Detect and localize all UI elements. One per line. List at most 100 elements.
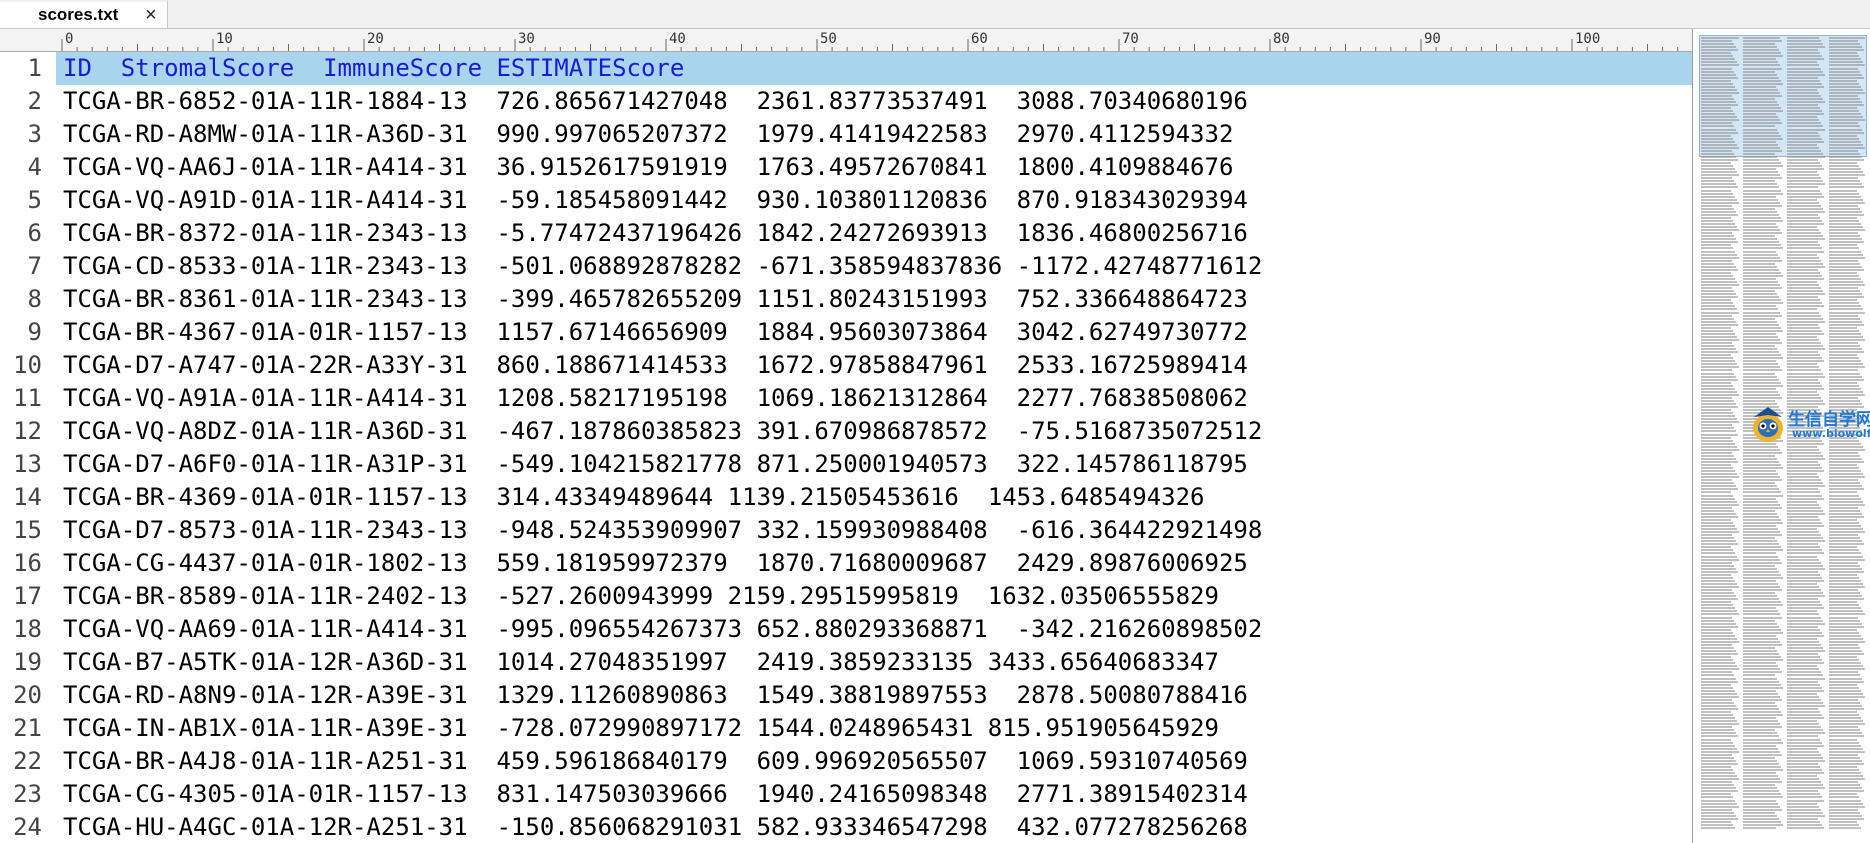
minimap-line	[1787, 531, 1819, 534]
minimap-line	[1743, 40, 1782, 43]
text-line[interactable]: TCGA-BR-A4J8-01A-11R-A251-31 459.5961868…	[56, 745, 1692, 778]
minimap-line	[1743, 305, 1776, 308]
line-number: 3	[27, 120, 42, 148]
text-line[interactable]: TCGA-VQ-AA6J-01A-11R-A414-31 36.91526175…	[56, 151, 1692, 184]
minimap-line	[1787, 689, 1824, 692]
minimap-line	[1829, 326, 1857, 329]
minimap-line	[1701, 342, 1732, 344]
minimap-line	[1787, 753, 1821, 756]
minimap-line	[1743, 159, 1779, 161]
text-line[interactable]: TCGA-BR-4369-01A-01R-1157-13 314.4334948…	[56, 481, 1692, 514]
minimap-line	[1787, 290, 1823, 293]
minimap-line	[1787, 113, 1824, 116]
minimap-line	[1701, 711, 1731, 714]
minimap-line	[1787, 677, 1825, 680]
minimap-line	[1787, 360, 1824, 363]
tab-title[interactable]: scores.txt	[38, 5, 118, 25]
minimap-line	[1701, 708, 1738, 710]
minimap-line	[1701, 381, 1731, 384]
minimap-line	[1743, 482, 1775, 485]
tab-scores-txt[interactable]: scores.txt ×	[0, 0, 168, 28]
minimap-line	[1743, 488, 1779, 491]
minimap-line	[1829, 631, 1859, 634]
minimap-line	[1701, 64, 1739, 67]
minimap-line	[1701, 765, 1731, 768]
text-line[interactable]: TCGA-CG-4305-01A-01R-1157-13 831.1475030…	[56, 778, 1692, 811]
minimap-line	[1701, 491, 1731, 494]
text-line[interactable]: TCGA-IN-AB1X-01A-11R-A39E-31 -728.072990…	[56, 712, 1692, 745]
minimap-line	[1701, 259, 1732, 262]
minimap-line	[1829, 613, 1865, 616]
minimap-line	[1829, 628, 1857, 631]
minimap-line	[1787, 662, 1824, 665]
minimap-line	[1787, 628, 1820, 631]
minimap-line	[1743, 787, 1777, 790]
minimap-line	[1787, 558, 1819, 561]
minimap-line	[1829, 500, 1863, 503]
text-editor-area[interactable]: ID StromalScore ImmuneScore ESTIMATEScor…	[56, 52, 1692, 843]
minimap-line	[1787, 470, 1824, 473]
minimap-line	[1829, 534, 1858, 537]
minimap-line	[1701, 531, 1739, 534]
text-line[interactable]: TCGA-VQ-A91D-01A-11R-A414-31 -59.1854580…	[56, 184, 1692, 217]
line-number: 2	[27, 87, 42, 115]
text-line[interactable]: TCGA-BR-8589-01A-11R-2402-13 -527.260094…	[56, 580, 1692, 613]
text-line[interactable]: TCGA-VQ-A8DZ-01A-11R-A36D-31 -467.187860…	[56, 415, 1692, 448]
minimap-line	[1701, 634, 1735, 637]
minimap-line	[1829, 717, 1861, 720]
text-line[interactable]: TCGA-VQ-A91A-01A-11R-A414-31 1208.582171…	[56, 382, 1692, 415]
text-line[interactable]: TCGA-CG-4437-01A-01R-1802-13 559.1819599…	[56, 547, 1692, 580]
minimap-line	[1743, 152, 1775, 155]
minimap-line	[1701, 403, 1736, 405]
minimap-line	[1829, 579, 1861, 582]
text-line[interactable]: TCGA-BR-4367-01A-01R-1157-13 1157.671466…	[56, 316, 1692, 349]
text-line[interactable]: TCGA-RD-A8N9-01A-12R-A39E-31 1329.112608…	[56, 679, 1692, 712]
minimap-line	[1701, 189, 1731, 192]
minimap-line	[1829, 515, 1864, 518]
minimap-line	[1743, 610, 1778, 613]
text-line[interactable]: TCGA-B7-A5TK-01A-12R-A36D-31 1014.270483…	[56, 646, 1692, 679]
minimap-line	[1787, 357, 1822, 360]
text-line[interactable]: TCGA-BR-6852-01A-11R-1884-13 726.8656714…	[56, 85, 1692, 118]
minimap-line	[1787, 701, 1823, 704]
minimap-line	[1829, 162, 1857, 165]
text-line[interactable]: TCGA-VQ-AA69-01A-11R-A414-31 -995.096554…	[56, 613, 1692, 646]
minimap-line	[1701, 363, 1737, 366]
minimap-line	[1829, 464, 1857, 466]
text-line[interactable]: TCGA-D7-A747-01A-22R-A33Y-31 860.1886714…	[56, 349, 1692, 382]
minimap-line	[1829, 345, 1860, 348]
minimap-line	[1701, 183, 1736, 186]
minimap-line	[1701, 296, 1738, 299]
minimap-line	[1787, 772, 1824, 775]
minimap-line	[1743, 518, 1781, 521]
minimap-line	[1743, 320, 1777, 323]
text-line[interactable]: TCGA-BR-8372-01A-11R-2343-13 -5.77472437…	[56, 217, 1692, 250]
minimap-line	[1701, 610, 1737, 613]
minimap-line	[1701, 137, 1733, 140]
text-line[interactable]: TCGA-D7-8573-01A-11R-2343-13 -948.524353…	[56, 514, 1692, 547]
minimap-line	[1829, 708, 1864, 710]
minimap-line	[1829, 573, 1857, 576]
header-line[interactable]: ID StromalScore ImmuneScore ESTIMATEScor…	[56, 52, 1692, 85]
minimap-line	[1743, 49, 1779, 52]
minimap-line	[1743, 183, 1777, 186]
text-line[interactable]: TCGA-RD-A8MW-01A-11R-A36D-31 990.9970652…	[56, 118, 1692, 151]
text-line[interactable]: TCGA-CD-8533-01A-11R-2343-13 -501.068892…	[56, 250, 1692, 283]
minimap-line	[1701, 232, 1732, 235]
text-line[interactable]: TCGA-D7-A6F0-01A-11R-A31P-31 -549.104215…	[56, 448, 1692, 481]
text-line[interactable]: TCGA-HU-A4GC-01A-12R-A251-31 -150.856068…	[56, 811, 1692, 843]
minimap-line	[1701, 814, 1736, 817]
minimap-line	[1701, 287, 1732, 290]
text-line[interactable]: TCGA-BR-8361-01A-11R-2343-13 -399.465782…	[56, 283, 1692, 316]
minimap-line	[1787, 521, 1822, 524]
close-icon[interactable]: ×	[145, 4, 157, 27]
minimap-line	[1787, 122, 1821, 125]
minimap-line	[1787, 189, 1820, 192]
minimap-line	[1701, 805, 1739, 808]
minimap-line	[1701, 110, 1733, 113]
minimap-line	[1701, 305, 1735, 308]
minimap-line	[1701, 152, 1734, 155]
minimap-line	[1743, 528, 1778, 531]
minimap-line	[1829, 488, 1864, 491]
minimap-line	[1743, 250, 1776, 253]
